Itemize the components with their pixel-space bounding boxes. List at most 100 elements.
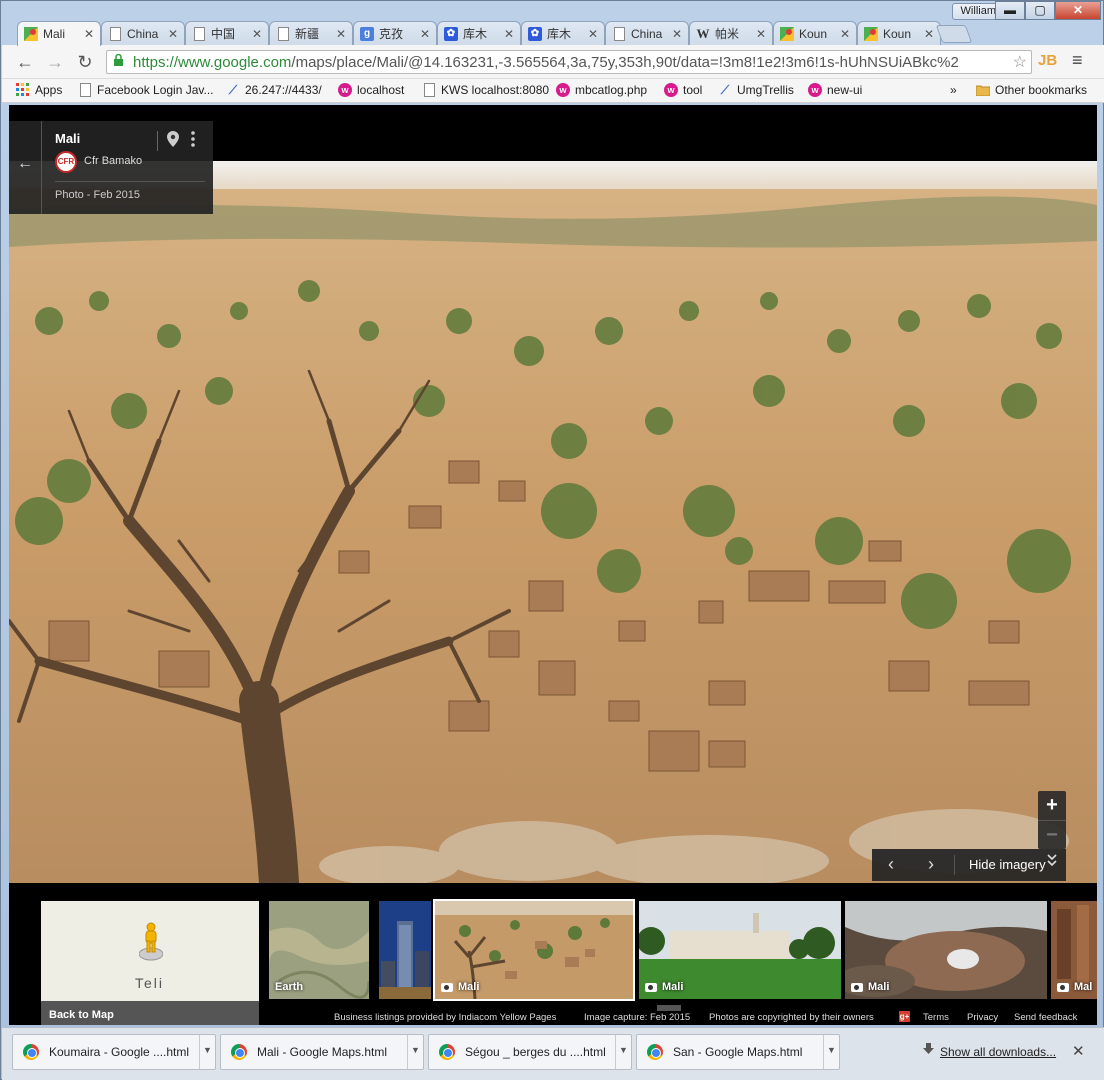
baidu-icon: ✿ [444,26,458,41]
copyright-notice: Photos are copyrighted by their owners [709,1012,874,1023]
close-tab-icon[interactable]: ✕ [252,27,262,41]
forward-button[interactable]: → [44,51,66,73]
download-filename: Koumaira - Google ....html [49,1045,190,1059]
thumbnail-mali-rocks[interactable]: Mali [845,901,1047,999]
download-menu-arrow[interactable]: ▼ [615,1035,631,1069]
zoom-in-button[interactable]: + [1038,791,1066,820]
tab-koun-2[interactable]: Koun ✕ [857,21,941,45]
download-item[interactable]: Koumaira - Google ....html ▼ [12,1034,216,1070]
close-tab-icon[interactable]: ✕ [420,27,430,41]
close-download-shelf-button[interactable]: ✕ [1072,1042,1085,1060]
other-bookmarks-folder[interactable]: Other bookmarks [976,83,1087,97]
zoom-control: + − [1038,791,1066,849]
new-tab-button[interactable] [935,25,973,43]
close-tab-icon[interactable]: ✕ [504,27,514,41]
window-controls: ▬ ▢ ✕ [995,1,1101,20]
tab-zhongguo[interactable]: 中国 ✕ [185,21,269,45]
google-maps-icon [780,26,794,41]
bookmark-kws-localhost[interactable]: KWS localhost:8080 [422,83,549,97]
jetbrains-extension-icon[interactable]: JB [1038,52,1057,69]
close-tab-icon[interactable]: ✕ [672,27,682,41]
browser-window: Mali ✕ China ✕ 中国 ✕ 新疆 ✕ g 克孜 ✕ ✿ 库木 ✕ ✿… [0,0,1104,1080]
minimize-button[interactable]: ▬ [995,1,1025,20]
thumbnail-mali-building[interactable]: Mali [639,901,841,999]
bookmarks-overflow-button[interactable]: » [950,83,957,97]
tab-kumu-1[interactable]: ✿ 库木 ✕ [437,21,521,45]
close-tab-icon[interactable]: ✕ [336,27,346,41]
tab-xinjiang[interactable]: 新疆 ✕ [269,21,353,45]
tab-koun-1[interactable]: Koun ✕ [773,21,857,45]
maximize-button[interactable]: ▢ [1025,1,1055,20]
download-menu-arrow[interactable]: ▼ [823,1035,839,1069]
minimap[interactable]: Teli Back to Map [41,901,259,1025]
close-tab-icon[interactable]: ✕ [756,27,766,41]
zoom-out-button[interactable]: − [1038,820,1066,849]
page-icon [422,83,436,97]
close-tab-icon[interactable]: ✕ [588,27,598,41]
thumbnail-earth[interactable]: Earth [269,901,369,999]
back-button[interactable]: ← [14,51,36,73]
magenta-circle-icon: w [556,83,570,97]
hide-imagery-button[interactable]: Hide imagery [969,857,1046,872]
bookmark-26-247[interactable]: ⟋ 26.247://4433/ [226,82,322,98]
maps-viewport: ← Mali CFR Cfr Bamako Photo - Feb 2015 +… [9,105,1097,1025]
listings-attribution: Business listings provided by Indiacom Y… [334,1012,557,1023]
tab-china-2[interactable]: China ✕ [605,21,689,45]
thumbnail-mali-selected[interactable]: Mali [433,899,635,1001]
download-menu-arrow[interactable]: ▼ [407,1035,423,1069]
double-chevron-down-icon[interactable] [1047,854,1057,868]
google-plus-icon[interactable]: g+ [899,1011,910,1022]
bookmark-umgtrellis[interactable]: ⟋ UmgTrellis [718,83,794,98]
page-icon [276,26,290,41]
chrome-icon [231,1044,247,1060]
place-title[interactable]: Mali [55,131,80,146]
pegman-icon[interactable] [138,921,164,966]
send-feedback-link[interactable]: Send feedback [1014,1012,1077,1023]
close-window-button[interactable]: ✕ [1055,1,1101,20]
close-tab-icon[interactable]: ✕ [168,27,178,41]
bookmark-new-ui[interactable]: w new-ui [808,83,862,97]
terms-link[interactable]: Terms [923,1012,949,1023]
download-menu-arrow[interactable]: ▼ [199,1035,215,1069]
photo-filmstrip: Teli Back to Map Earth Mali Mali Mali Ma… [9,883,1097,1025]
tab-china[interactable]: China ✕ [101,21,185,45]
baidu-icon: ✿ [528,26,542,41]
bookmark-localhost[interactable]: w localhost [338,83,404,97]
maps-footer: Business listings provided by Indiacom Y… [9,1009,1097,1025]
close-tab-icon[interactable]: ✕ [924,27,934,41]
reload-button[interactable]: ↻ [74,51,96,73]
lock-icon [113,53,127,70]
tab-pami[interactable]: W 帕米 ✕ [689,21,773,45]
bookmark-star-icon[interactable]: ☆ [1013,52,1027,72]
thumbnail-city[interactable] [379,901,431,999]
photo-date: Photo - Feb 2015 [55,189,141,201]
thumbnail-label: Mali [645,981,683,993]
download-item[interactable]: Mali - Google Maps.html ▼ [220,1034,424,1070]
close-tab-icon[interactable]: ✕ [84,27,94,41]
address-bar[interactable]: https://www.google.com/maps/place/Mali/@… [106,50,1032,74]
bookmark-tool[interactable]: w tool [664,83,702,97]
bookmark-mbcatlog[interactable]: w mbcatlog.php [556,83,647,97]
download-item[interactable]: San - Google Maps.html ▼ [636,1034,840,1070]
tab-kezi[interactable]: g 克孜 ✕ [353,21,437,45]
bookmark-facebook-login[interactable]: Facebook Login Jav... [78,83,214,97]
next-image-button[interactable]: › [928,854,934,875]
bookmark-apps[interactable]: Apps [16,83,62,97]
close-tab-icon[interactable]: ✕ [840,27,850,41]
tab-mali[interactable]: Mali ✕ [17,21,101,46]
map-pin-icon[interactable] [167,131,179,152]
download-item[interactable]: Ségou _ berges du ....html ▼ [428,1034,632,1070]
thumbnail-mali-partial[interactable]: Mal [1051,901,1097,999]
author-avatar[interactable]: CFR [55,151,77,173]
tab-kumu-2[interactable]: ✿ 库木 ✕ [521,21,605,45]
street-photo[interactable] [9,161,1097,883]
photo-author[interactable]: Cfr Bamako [84,155,142,167]
chrome-menu-icon[interactable]: ≡ [1072,50,1083,71]
previous-image-button[interactable]: ‹ [888,854,894,875]
back-arrow-icon[interactable]: ← [13,155,37,173]
privacy-link[interactable]: Privacy [967,1012,998,1023]
trellis-icon: ⟋ [228,82,238,97]
download-arrow-icon [923,1043,934,1058]
show-all-downloads-link[interactable]: Show all downloads... [940,1045,1056,1059]
more-options-icon[interactable] [191,131,195,147]
